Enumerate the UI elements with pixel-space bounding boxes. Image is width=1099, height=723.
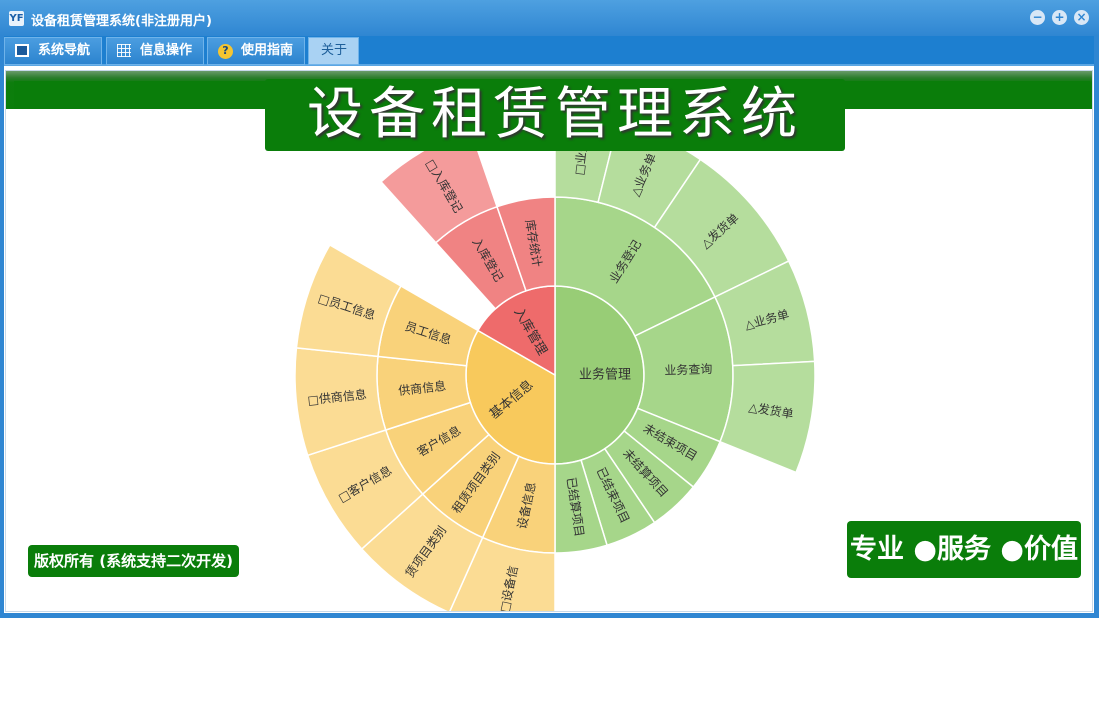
about-panel: 业务管理 业务登记 □业务 △业务单 △发货单 业务查询 △业务单 △发货单 未结束项目 未结算项… [5,70,1093,612]
slogan-badge: 专业 ●服务 ●价值 [847,521,1081,578]
screen-icon [15,44,29,57]
sunburst-label: 业务查询 [664,361,713,378]
menu-item-label: 使用指南 [241,43,294,58]
menu-item-label: 关于 [321,43,348,58]
help-icon: ? [218,44,233,59]
window-title: 设备租赁管理系统(非注册用户) [31,14,212,29]
menu-bar: 系统导航 信息操作 ? 使用指南 关于 [0,36,1099,66]
system-title-banner: 设备租赁管理系统 [265,79,845,151]
sunburst-segment[interactable]: △发货单 [719,360,816,474]
menu-item-label: 信息操作 [140,43,193,58]
title-bar[interactable]: YF 设备租赁管理系统(非注册用户) − + × [0,0,1099,36]
app-logo-icon: YF [9,11,24,26]
menu-item-system-nav[interactable]: 系统导航 [4,37,102,65]
menu-item-info-ops[interactable]: 信息操作 [106,37,204,65]
grid-icon [117,44,131,57]
maximize-button[interactable]: + [1052,10,1067,25]
sunburst-label: 业务管理 [579,367,631,383]
app-window: YF 设备租赁管理系统(非注册用户) − + × 系统导航 信息操作 ? 使用指… [0,0,1099,618]
menu-item-label: 系统导航 [38,43,91,58]
copyright-badge: 版权所有 (系统支持二次开发) [28,545,239,577]
menu-item-about[interactable]: 关于 [308,37,359,65]
minimize-button[interactable]: − [1030,10,1045,25]
menu-item-guide[interactable]: ? 使用指南 [207,37,305,65]
close-button[interactable]: × [1074,10,1089,25]
